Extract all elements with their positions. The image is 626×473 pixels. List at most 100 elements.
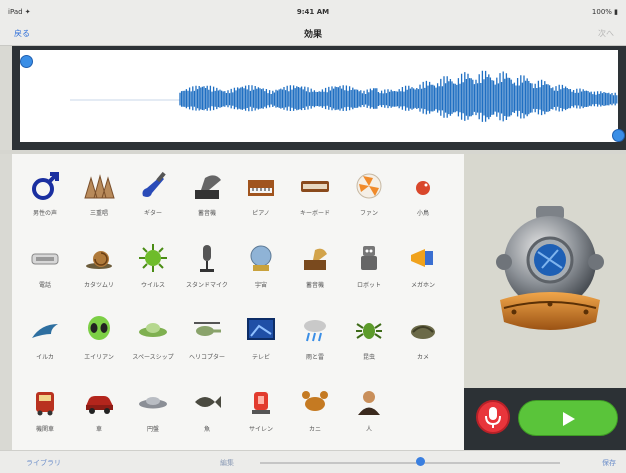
crab-icon	[302, 391, 328, 411]
effect-tile[interactable]: 三重唱	[72, 158, 126, 224]
effect-tile[interactable]: サイレン	[234, 374, 288, 440]
effect-tile[interactable]: 人	[342, 374, 396, 440]
play-button[interactable]	[518, 400, 618, 436]
effect-tile[interactable]: 魚	[180, 374, 234, 440]
waveform-display[interactable]	[20, 50, 618, 142]
trim-start-handle[interactable]	[20, 55, 33, 68]
tv-screen-icon	[247, 318, 275, 340]
ufo-icon	[139, 323, 167, 337]
effect-label: ヘリコプター	[188, 354, 225, 361]
effect-tile[interactable]: キーボード	[288, 158, 342, 224]
effect-tile[interactable]: 昆虫	[342, 302, 396, 368]
effect-label: ウイルス	[140, 282, 165, 289]
edit-button[interactable]: 編集	[220, 458, 234, 468]
microphone-stand-icon	[200, 245, 214, 272]
bottom-toolbar: ライブラリ 編集 保存	[0, 450, 626, 473]
library-button[interactable]: ライブラリ	[26, 458, 61, 468]
effect-label: メガホン	[410, 282, 435, 289]
effect-label: イルカ	[36, 354, 54, 361]
effect-label: 宇宙	[254, 282, 267, 289]
effect-tile[interactable]: イルカ	[18, 302, 72, 368]
fan-icon	[356, 173, 382, 199]
bird-icon	[416, 181, 430, 195]
effect-label: 人	[365, 426, 372, 433]
effect-label: テレビ	[251, 354, 270, 361]
effect-label: ギター	[143, 210, 162, 217]
effect-label: カメ	[416, 354, 429, 361]
save-button[interactable]: 保存	[602, 458, 616, 468]
flying-saucer-icon	[139, 397, 167, 409]
effect-label: 蓄音機	[305, 282, 324, 289]
record-button[interactable]	[476, 400, 510, 434]
siren-icon	[252, 392, 270, 414]
microphone-icon	[485, 407, 501, 428]
triple-sound-icon	[84, 174, 115, 199]
fish-icon	[195, 396, 221, 408]
status-bar: iPad ✦ 9:41 AM 100% ▮	[0, 0, 626, 20]
effect-label: カニ	[308, 426, 321, 433]
effect-tile[interactable]: 雨と雷	[288, 302, 342, 368]
effect-tile[interactable]: ヘリコプター	[180, 302, 234, 368]
effect-tile[interactable]: メガホン	[396, 230, 450, 296]
effect-tile[interactable]: カニ	[288, 374, 342, 440]
effect-tile[interactable]: スペースシップ	[126, 302, 180, 368]
position-slider-knob[interactable]	[416, 457, 425, 466]
effect-label: スペースシップ	[132, 354, 174, 361]
effect-label: 雨と雷	[305, 354, 324, 361]
effect-tile[interactable]: 男性の声	[18, 158, 72, 224]
alien-icon	[88, 316, 110, 340]
effect-tile[interactable]: 蓄音機	[288, 230, 342, 296]
snail-icon	[86, 251, 112, 269]
effect-tile[interactable]: スタンドマイク	[180, 230, 234, 296]
effect-tile[interactable]: ファン	[342, 158, 396, 224]
effect-tile[interactable]: 宇宙	[234, 230, 288, 296]
effect-tile[interactable]: 電話	[18, 230, 72, 296]
person-icon	[358, 391, 380, 415]
effect-label: 魚	[203, 426, 210, 433]
battery-indicator: 100% ▮	[591, 8, 618, 16]
effect-tile[interactable]: カメ	[396, 302, 450, 368]
globe-icon	[250, 245, 272, 271]
gramophone-icon	[195, 175, 221, 199]
effect-label: サイレン	[248, 426, 273, 433]
effect-label: スタンドマイク	[186, 282, 228, 289]
effect-tile[interactable]: テレビ	[234, 302, 288, 368]
bug-icon	[356, 323, 382, 339]
effect-tile[interactable]: 小鳥	[396, 158, 450, 224]
waveform-graph	[70, 70, 618, 122]
waveform-editor[interactable]	[12, 46, 626, 150]
effect-label: 蓄音機	[197, 210, 216, 217]
effect-tile[interactable]: ウイルス	[126, 230, 180, 296]
car-icon	[86, 396, 113, 414]
telephone-icon	[31, 253, 59, 265]
effect-label: 小鳥	[416, 210, 429, 217]
robot-icon	[361, 246, 377, 270]
effect-label: 三重唱	[89, 210, 108, 217]
dolphin-icon	[32, 324, 58, 338]
waveform-path	[179, 70, 618, 122]
play-icon	[563, 412, 575, 426]
playback-controls	[464, 388, 626, 450]
effect-label: キーボード	[299, 210, 330, 217]
effect-tile[interactable]: カタツムリ	[72, 230, 126, 296]
next-button[interactable]: 次へ	[598, 28, 614, 39]
helicopter-icon	[194, 322, 221, 336]
position-slider[interactable]	[260, 462, 560, 464]
effect-tile[interactable]: ロボット	[342, 230, 396, 296]
effect-tile[interactable]: ピアノ	[234, 158, 288, 224]
phonograph-icon	[304, 248, 327, 270]
piano-icon	[248, 180, 274, 196]
effect-tile[interactable]: ギター	[126, 158, 180, 224]
effect-label: ファン	[359, 210, 378, 217]
effect-tile[interactable]: 機関車	[18, 374, 72, 440]
effect-tile[interactable]: 車	[72, 374, 126, 440]
megaphone-icon	[411, 249, 433, 267]
effect-tile[interactable]: 蓄音機	[180, 158, 234, 224]
male-symbol-icon	[32, 172, 59, 200]
navigation-bar: 戻る 効果 次へ	[0, 20, 626, 46]
effect-tile[interactable]: 円盤	[126, 374, 180, 440]
trim-end-handle[interactable]	[612, 129, 625, 142]
effect-tile[interactable]: エイリアン	[72, 302, 126, 368]
back-button[interactable]: 戻る	[14, 28, 30, 39]
effect-label: 車	[95, 426, 102, 433]
